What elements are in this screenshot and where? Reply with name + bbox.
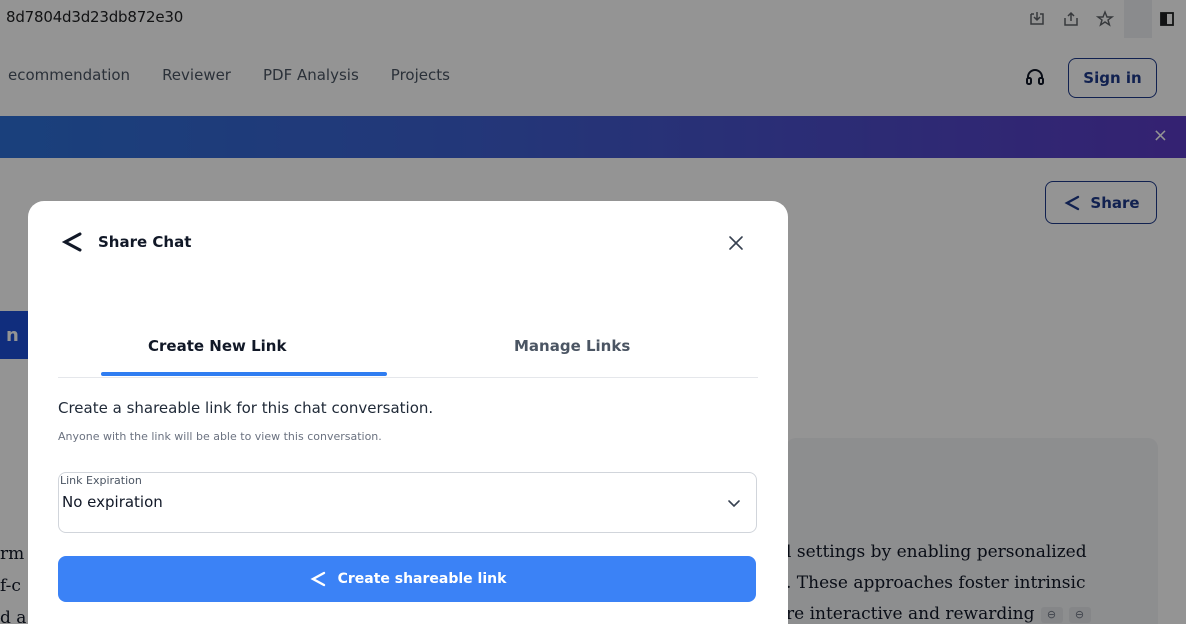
share-description: Create a shareable link for this chat co…	[58, 399, 434, 417]
share-tabs: Create New Link Manage Links	[58, 329, 758, 378]
link-expiration-value: No expiration	[62, 493, 163, 511]
share-subdescription: Anyone with the link will be able to vie…	[58, 430, 382, 443]
link-expiration-label: Link Expiration	[60, 474, 142, 487]
share-icon	[61, 232, 82, 252]
modal-title: Share Chat	[98, 233, 192, 251]
link-expiration-select[interactable]: Link Expiration No expiration	[58, 472, 757, 533]
share-chat-modal: Share Chat Create New Link Manage Links …	[28, 201, 788, 624]
tab-manage-links[interactable]: Manage Links	[514, 337, 630, 355]
create-button-label: Create shareable link	[337, 571, 507, 587]
tab-create-new-link[interactable]: Create New Link	[148, 337, 286, 355]
modal-header: Share Chat	[60, 231, 191, 253]
create-shareable-link-button[interactable]: Create shareable link	[58, 556, 756, 602]
share-icon	[310, 571, 325, 587]
active-tab-indicator	[101, 372, 387, 376]
chevron-down-icon	[728, 500, 740, 508]
close-icon[interactable]	[724, 231, 748, 255]
